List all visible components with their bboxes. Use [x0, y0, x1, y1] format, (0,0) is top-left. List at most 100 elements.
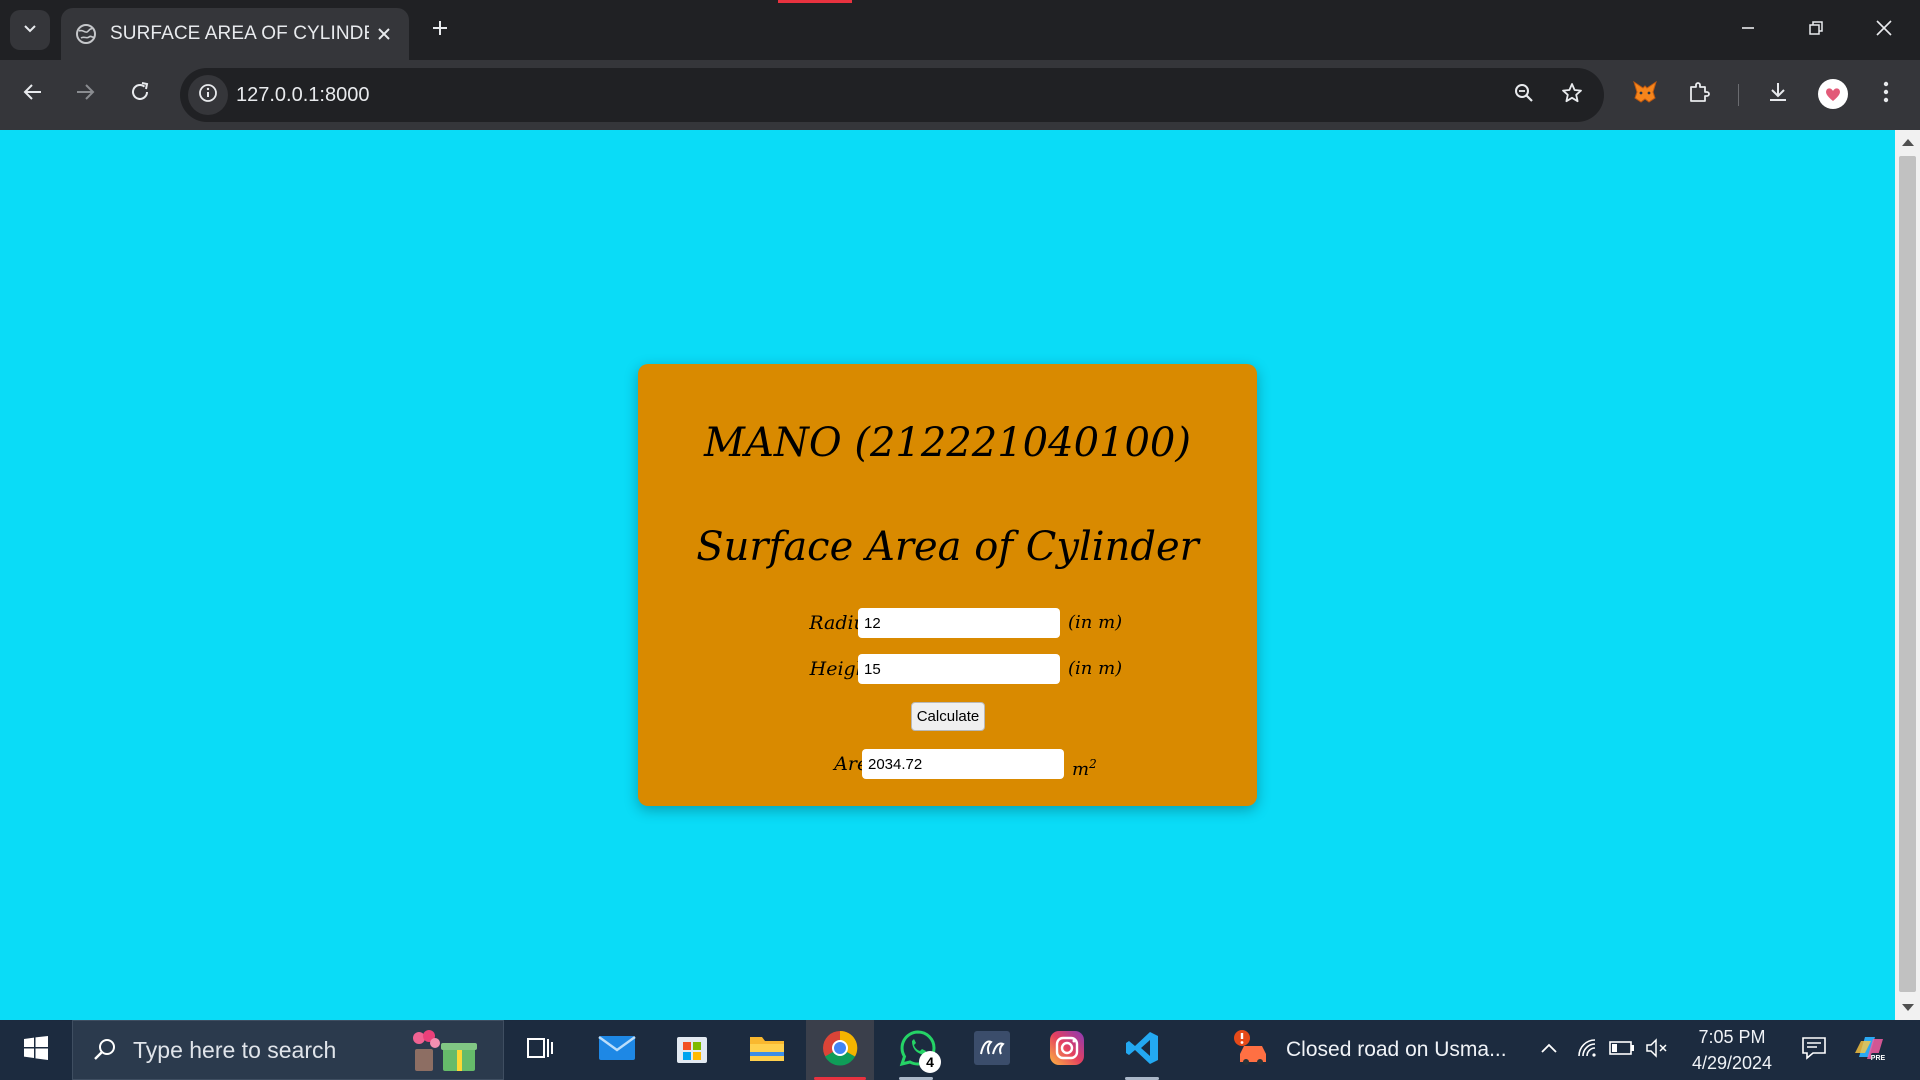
reload-icon [129, 81, 151, 108]
taskbar-instagram[interactable] [1036, 1020, 1098, 1080]
vscode-icon [1124, 1030, 1160, 1071]
show-hidden-icons-button[interactable] [1536, 1020, 1562, 1080]
downloads-button[interactable] [1758, 74, 1798, 114]
chevron-up-icon [1540, 1041, 1558, 1059]
copilot-icon: PRE [1853, 1031, 1887, 1070]
metamask-extension-button[interactable] [1625, 74, 1665, 114]
area-row: Area : m2 [638, 749, 1257, 780]
height-row: Height : (in m) [638, 654, 1257, 684]
minimize-button[interactable] [1714, 0, 1782, 60]
task-view-icon [526, 1035, 554, 1066]
taskbar-file-explorer[interactable] [736, 1020, 798, 1080]
battery-icon [1609, 1040, 1635, 1061]
zoom-button[interactable] [1506, 77, 1542, 113]
more-vertical-icon [1883, 81, 1889, 108]
new-tab-button[interactable] [422, 12, 458, 48]
address-bar[interactable]: 127.0.0.1:8000 [180, 68, 1604, 122]
calculator-card: MANO (212221040100) Surface Area of Cyli… [638, 364, 1257, 806]
height-unit: (in m) [1068, 658, 1123, 679]
scroll-down-arrow-icon[interactable] [1902, 1004, 1914, 1011]
tab-search-button[interactable] [10, 10, 50, 50]
wifi-icon [1576, 1037, 1598, 1064]
file-explorer-icon [749, 1033, 785, 1068]
tab-title: SURFACE AREA OF CYLINDER [110, 23, 369, 44]
browser-title-bar: SURFACE AREA OF CYLINDER [0, 0, 1920, 60]
network-button[interactable] [1572, 1020, 1602, 1080]
back-arrow-icon [22, 81, 44, 108]
clock-date: 4/29/2024 [1691, 1053, 1773, 1073]
browser-menu-button[interactable] [1866, 74, 1906, 114]
clock-time: 7:05 PM [1698, 1027, 1766, 1047]
taskbar-clock[interactable]: 7:05 PM 4/29/2024 [1672, 1024, 1792, 1076]
puzzle-icon [1687, 80, 1711, 109]
area-unit: m2 [1072, 749, 1097, 785]
search-highlight-gift-icon [405, 1029, 485, 1073]
taskbar-chrome[interactable] [806, 1020, 874, 1080]
svg-text:PRE: PRE [1871, 1055, 1886, 1062]
globe-icon [74, 22, 98, 46]
area-unit-exponent: 2 [1089, 757, 1097, 771]
windows-start-icon [23, 1035, 49, 1066]
profile-avatar-icon [1818, 79, 1848, 109]
notification-center-button[interactable] [1794, 1020, 1834, 1080]
mail-icon [598, 1033, 636, 1068]
area-unit-base: m [1072, 759, 1090, 780]
taskbar-ms-store[interactable] [661, 1020, 723, 1080]
window-close-button[interactable] [1850, 0, 1918, 60]
taskbar-whatsapp[interactable]: 4 [885, 1020, 951, 1080]
restore-button[interactable] [1782, 0, 1850, 60]
recording-indicator [778, 0, 852, 3]
speaker-muted-icon [1645, 1037, 1669, 1063]
browser-tab-active[interactable]: SURFACE AREA OF CYLINDER [61, 8, 409, 60]
restore-icon [1808, 20, 1824, 41]
forward-button[interactable] [65, 74, 105, 114]
forward-arrow-icon [74, 81, 96, 108]
back-button[interactable] [13, 74, 53, 114]
radius-row: Radius : (in m) [638, 608, 1257, 638]
zoom-icon [1513, 82, 1535, 109]
news-headline: Closed road on Usma... [1286, 1038, 1507, 1061]
news-widget[interactable]: Closed road on Usma... [1232, 1020, 1522, 1080]
taskbar-mail[interactable] [586, 1020, 648, 1080]
metamask-fox-icon [1632, 80, 1658, 109]
start-button[interactable] [10, 1020, 62, 1080]
profile-button[interactable] [1813, 74, 1853, 114]
reload-button[interactable] [120, 74, 160, 114]
extensions-button[interactable] [1679, 74, 1719, 114]
radius-unit: (in m) [1068, 612, 1123, 633]
windows-taskbar: Type here to search 4 Closed road on Usm… [0, 1020, 1920, 1080]
minimize-icon [1740, 20, 1756, 41]
radius-input[interactable] [858, 608, 1060, 638]
info-icon [198, 83, 218, 108]
student-name-heading: MANO (212221040100) [704, 420, 1191, 466]
search-placeholder: Type here to search [133, 1036, 337, 1063]
scroll-up-arrow-icon[interactable] [1902, 139, 1914, 146]
copilot-button[interactable]: PRE [1848, 1020, 1892, 1080]
ms-store-icon [675, 1031, 709, 1070]
volume-button[interactable] [1642, 1020, 1672, 1080]
bookmark-button[interactable] [1554, 77, 1590, 113]
close-icon [1875, 19, 1893, 42]
plus-icon [431, 19, 449, 42]
page-title: Surface Area of Cylinder [696, 524, 1199, 570]
site-info-button[interactable] [188, 75, 228, 115]
close-icon[interactable] [369, 19, 399, 49]
calculate-button[interactable]: Calculate [911, 702, 985, 731]
task-view-button[interactable] [509, 1020, 571, 1080]
page-scrollbar[interactable] [1895, 130, 1920, 1020]
star-icon [1561, 82, 1583, 109]
url-text[interactable]: 127.0.0.1:8000 [236, 68, 369, 122]
whatsapp-unread-badge: 4 [919, 1051, 941, 1073]
taskbar-video-editor[interactable] [961, 1020, 1023, 1080]
height-input[interactable] [858, 654, 1060, 684]
taskbar-vscode[interactable] [1111, 1020, 1173, 1080]
battery-button[interactable] [1607, 1020, 1637, 1080]
traffic-alert-icon [1232, 1028, 1272, 1073]
notification-icon [1801, 1036, 1827, 1065]
instagram-icon [1049, 1030, 1085, 1071]
area-output[interactable] [862, 749, 1064, 779]
scrollbar-thumb[interactable] [1899, 156, 1916, 992]
video-editor-icon [973, 1030, 1011, 1071]
taskbar-search-box[interactable]: Type here to search [72, 1020, 504, 1080]
chevron-down-icon [22, 20, 38, 41]
